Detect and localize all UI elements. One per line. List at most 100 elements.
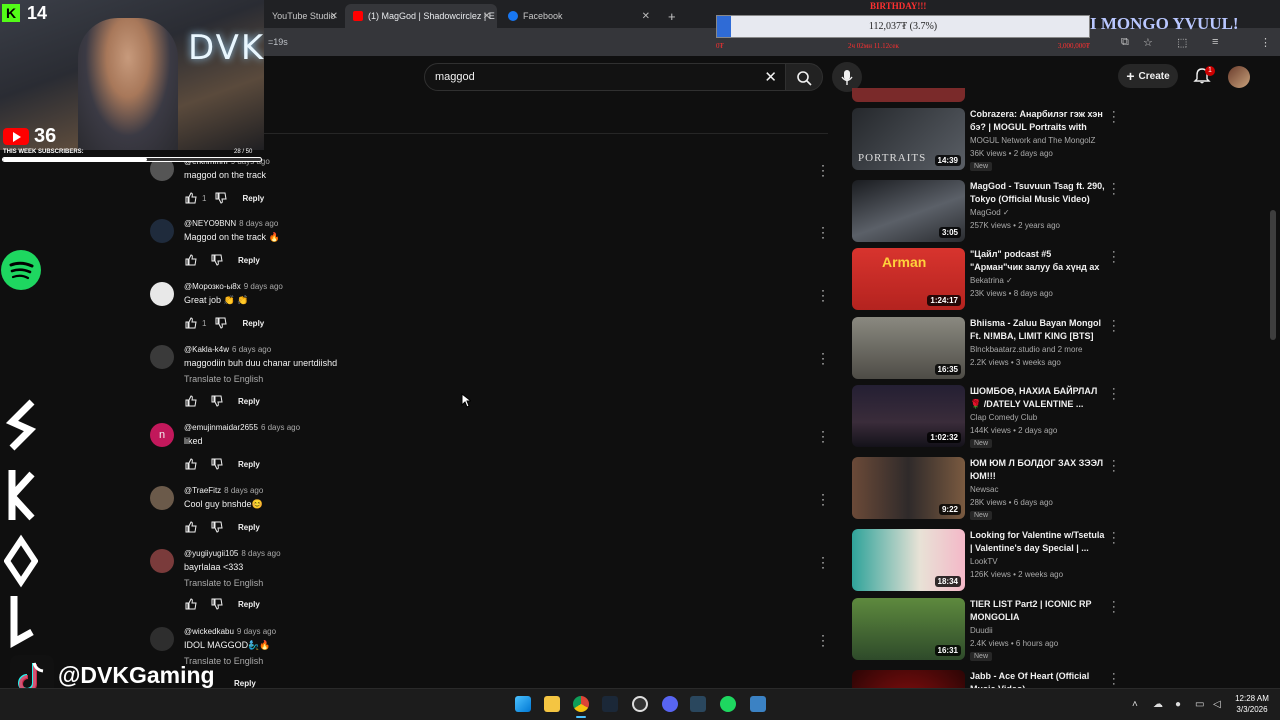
obs-icon[interactable] bbox=[632, 696, 648, 712]
video-title[interactable]: MagGod - Tsuvuun Tsag ft. 290, Tokyo (Of… bbox=[970, 180, 1106, 206]
video-title[interactable]: TIER LIST Part2 | ICONIC RP MONGOLIA bbox=[970, 598, 1106, 624]
spotify-icon[interactable] bbox=[720, 696, 736, 712]
chrome-icon[interactable] bbox=[573, 696, 589, 712]
video-title[interactable]: Jabb - Ace Of Heart (Official Music Vide… bbox=[970, 670, 1106, 688]
new-tab-button[interactable]: + bbox=[660, 4, 682, 28]
reply-button[interactable]: Reply bbox=[238, 397, 260, 406]
avatar[interactable]: n bbox=[150, 423, 174, 447]
channel-name[interactable]: Blnckbaatarz.studio and 2 more bbox=[970, 345, 1083, 354]
channel-name[interactable]: Clap Comedy Club bbox=[970, 413, 1037, 422]
channel-name[interactable]: MagGod ✓ bbox=[970, 208, 1010, 217]
reply-button[interactable]: Reply bbox=[242, 194, 264, 203]
comment-author[interactable]: @emujinmaidar2655 6 days ago bbox=[184, 423, 300, 432]
more-options-icon[interactable]: · · · bbox=[1112, 247, 1116, 268]
video-thumbnail[interactable]: 9:22 bbox=[852, 457, 965, 519]
video-title[interactable]: ШОМБОӨ, НАХИА БАЙРЛАЛ 🌹 /DATELY VALENTIN… bbox=[970, 385, 1106, 411]
app-window-icon[interactable] bbox=[750, 696, 766, 712]
steam-alt-icon[interactable] bbox=[690, 696, 706, 712]
video-thumbnail[interactable]: 18:34 bbox=[852, 529, 965, 591]
avatar[interactable] bbox=[150, 627, 174, 651]
recommendation-item[interactable]: Arman 1:24:17 "Цайл" podcast #5 "Арман"ч… bbox=[852, 247, 1132, 314]
more-options-icon[interactable]: · · · bbox=[818, 488, 828, 510]
bookmark-star-icon[interactable]: ☆ bbox=[1143, 36, 1153, 49]
more-options-icon[interactable]: · · · bbox=[818, 221, 828, 243]
more-options-icon[interactable]: · · · bbox=[818, 425, 828, 447]
reply-button[interactable]: Reply bbox=[234, 679, 256, 688]
video-thumbnail[interactable]: 16:31 bbox=[852, 598, 965, 660]
menu-dots-icon[interactable]: ⋮ bbox=[1260, 36, 1271, 49]
thumbs-up-icon[interactable] bbox=[184, 254, 198, 266]
channel-name[interactable]: MOGUL Network and The MongolZ bbox=[970, 136, 1095, 145]
avatar[interactable] bbox=[150, 486, 174, 510]
tab-maggod-video[interactable]: (1) MagGod | Shadowcirclez | E ✕ bbox=[345, 4, 497, 28]
video-thumbnail[interactable]: PORTRAITS 14:39 bbox=[852, 108, 965, 170]
thumbs-up-icon[interactable] bbox=[184, 458, 198, 470]
channel-name[interactable]: Duudii bbox=[970, 626, 993, 635]
video-thumbnail[interactable]: Arman 1:24:17 bbox=[852, 248, 965, 310]
reply-button[interactable]: Reply bbox=[242, 319, 264, 328]
video-thumbnail[interactable]: 1:02:32 bbox=[852, 385, 965, 447]
comment-author[interactable]: @NEYO9BNN 8 days ago bbox=[184, 219, 278, 228]
comment-author[interactable]: @wickedkabu 9 days ago bbox=[184, 627, 276, 636]
comment-author[interactable]: @TraeFitz 8 days ago bbox=[184, 486, 263, 495]
search-button[interactable] bbox=[785, 63, 823, 91]
comment-author[interactable]: @Kakla-k4w 6 days ago bbox=[184, 345, 271, 354]
thumbs-down-icon[interactable] bbox=[214, 317, 228, 329]
reply-button[interactable]: Reply bbox=[238, 460, 260, 469]
thumbs-up-icon[interactable] bbox=[184, 317, 198, 329]
system-clock[interactable]: 12:28 AM 3/3/2026 bbox=[1232, 693, 1272, 715]
more-options-icon[interactable]: · · · bbox=[818, 629, 828, 651]
more-options-icon[interactable]: · · · bbox=[1112, 107, 1116, 128]
thumbs-down-icon[interactable] bbox=[210, 521, 224, 533]
more-options-icon[interactable]: · · · bbox=[818, 551, 828, 573]
volume-icon[interactable]: ◁ bbox=[1213, 699, 1221, 710]
video-title[interactable]: Looking for Valentine w/Tsetula | Valent… bbox=[970, 529, 1106, 555]
thumbs-down-icon[interactable] bbox=[214, 192, 228, 204]
create-button[interactable]: + Create bbox=[1118, 64, 1178, 88]
microphone-tray-icon[interactable]: ● bbox=[1175, 699, 1181, 710]
chevron-up-icon[interactable]: ˄ bbox=[1132, 699, 1138, 710]
more-options-icon[interactable]: · · · bbox=[818, 347, 828, 369]
network-icon[interactable]: ▭ bbox=[1195, 699, 1204, 710]
recommendation-item[interactable]: 16:31 TIER LIST Part2 | ICONIC RP MONGOL… bbox=[852, 597, 1132, 664]
search-input[interactable]: maggod ✕ bbox=[424, 63, 786, 91]
more-options-icon[interactable]: · · · bbox=[818, 284, 828, 306]
thumbs-up-icon[interactable] bbox=[184, 395, 198, 407]
video-title[interactable]: Bhiisma - Zaluu Bayan Mongol Ft. N!MBA, … bbox=[970, 317, 1106, 343]
recommendation-item[interactable]: 3:05 MagGod - Tsuvuun Tsag ft. 290, Toky… bbox=[852, 179, 1132, 246]
video-thumbnail[interactable]: 16:35 bbox=[852, 317, 965, 379]
video-thumbnail[interactable]: 3:05 bbox=[852, 180, 965, 242]
thumbs-up-icon[interactable] bbox=[184, 521, 198, 533]
recommendation-item[interactable]: 18:34 Looking for Valentine w/Tsetula | … bbox=[852, 528, 1132, 595]
recommendation-item[interactable]: Jabb - Ace Of Heart (Official Music Vide… bbox=[852, 670, 1132, 688]
page-scrollbar[interactable] bbox=[1270, 210, 1276, 340]
avatar[interactable] bbox=[150, 345, 174, 369]
translate-link[interactable]: Translate to English bbox=[184, 578, 263, 588]
cast-icon[interactable]: ⧉ bbox=[1121, 36, 1129, 49]
tab-facebook[interactable]: Facebook ✕ bbox=[500, 4, 656, 28]
windows-start-icon[interactable] bbox=[515, 696, 531, 712]
tab-youtube-studio[interactable]: YouTube Studio ✕ bbox=[264, 4, 344, 28]
thumbs-down-icon[interactable] bbox=[210, 598, 224, 610]
clear-icon[interactable]: ✕ bbox=[764, 68, 777, 86]
channel-name[interactable]: Bekatrina ✓ bbox=[970, 276, 1013, 285]
steam-icon[interactable] bbox=[602, 696, 618, 712]
comment-author[interactable]: @yugiiyugii105 8 days ago bbox=[184, 549, 281, 558]
account-avatar[interactable] bbox=[1228, 66, 1250, 88]
extensions-icon[interactable]: ⬚ bbox=[1177, 36, 1187, 49]
recommendation-item[interactable]: 1:02:32 ШОМБОӨ, НАХИА БАЙРЛАЛ 🌹 /DATELY … bbox=[852, 384, 1132, 451]
more-options-icon[interactable]: · · · bbox=[1112, 384, 1116, 405]
reply-button[interactable]: Reply bbox=[238, 600, 260, 609]
discord-icon[interactable] bbox=[662, 696, 678, 712]
video-title[interactable]: Cobrazera: Анарбилэг гэж хэн бэ? | MOGUL… bbox=[970, 108, 1106, 134]
close-icon[interactable]: ✕ bbox=[330, 11, 338, 22]
more-options-icon[interactable]: · · · bbox=[1112, 597, 1116, 618]
thumbs-down-icon[interactable] bbox=[210, 395, 224, 407]
channel-name[interactable]: Newsac bbox=[970, 485, 998, 494]
translate-link[interactable]: Translate to English bbox=[184, 374, 263, 384]
thumbs-up-icon[interactable] bbox=[184, 598, 198, 610]
more-options-icon[interactable]: · · · bbox=[1112, 528, 1116, 549]
video-thumbnail[interactable] bbox=[852, 88, 965, 102]
more-options-icon[interactable]: · · · bbox=[1112, 316, 1116, 337]
recommendation-item[interactable] bbox=[852, 88, 1132, 102]
